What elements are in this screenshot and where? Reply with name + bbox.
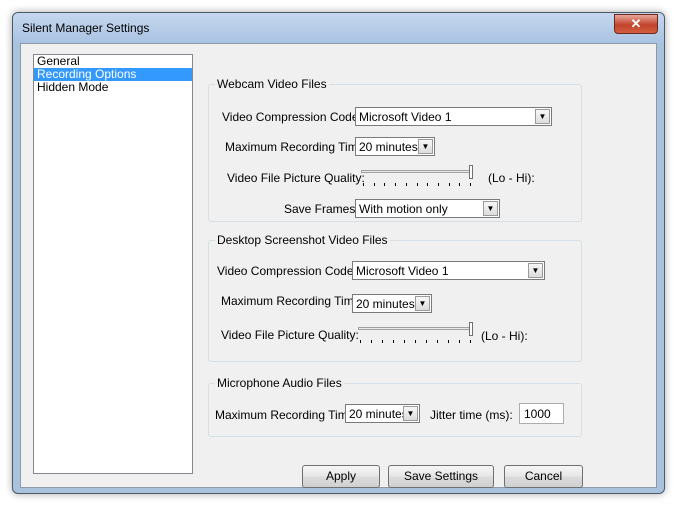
slider-tick: [363, 183, 364, 186]
webcam-group: Webcam Video Files Video Compression Cod…: [208, 77, 582, 222]
slider-tick: [382, 340, 383, 343]
slider-tick: [470, 183, 471, 186]
slider-tick: [404, 340, 405, 343]
list-item-hidden-mode[interactable]: Hidden Mode: [34, 81, 192, 94]
webcam-group-title: Webcam Video Files: [215, 77, 329, 91]
close-button[interactable]: ✕: [614, 14, 658, 34]
audio-max-time-select[interactable]: 20 minutes ▼: [345, 404, 420, 423]
slider-tick: [395, 183, 396, 186]
desktop-max-time-select[interactable]: 20 minutes ▼: [352, 294, 432, 313]
slider-tick: [393, 340, 394, 343]
slider-track: [358, 327, 473, 330]
chevron-down-icon[interactable]: ▼: [415, 296, 430, 311]
slider-tick: [417, 183, 418, 186]
slider-tick: [448, 340, 449, 343]
slider-track: [361, 170, 473, 173]
desktop-quality-slider[interactable]: [358, 322, 473, 344]
save-settings-button[interactable]: Save Settings: [388, 465, 494, 488]
webcam-quality-label: Video File Picture Quality:: [227, 171, 365, 185]
webcam-max-time-select[interactable]: 20 minutes ▼: [355, 137, 435, 156]
slider-tick: [438, 183, 439, 186]
chevron-down-icon[interactable]: ▼: [528, 263, 543, 278]
desktop-codec-select[interactable]: Microsoft Video 1 ▼: [352, 261, 545, 280]
slider-tick: [406, 183, 407, 186]
client-area: General Recording Options Hidden Mode We…: [20, 43, 657, 488]
audio-group-title: Microphone Audio Files: [215, 376, 344, 390]
webcam-codec-label: Video Compression Codec:: [222, 110, 368, 124]
slider-tick: [437, 340, 438, 343]
desktop-codec-label: Video Compression Codec:: [217, 264, 363, 278]
close-icon: ✕: [630, 16, 642, 31]
slider-thumb[interactable]: [469, 165, 473, 179]
chevron-down-icon[interactable]: ▼: [418, 139, 433, 154]
slider-tick: [384, 183, 385, 186]
webcam-quality-range: (Lo - Hi):: [488, 171, 535, 185]
slider-tick: [449, 183, 450, 186]
slider-tick: [374, 183, 375, 186]
desktop-quality-range: (Lo - Hi):: [481, 329, 528, 343]
slider-tick: [459, 183, 460, 186]
title-bar[interactable]: Silent Manager Settings ✕: [13, 13, 664, 43]
apply-button[interactable]: Apply: [302, 465, 380, 488]
audio-max-time-label: Maximum Recording Time:: [215, 408, 358, 422]
slider-tick: [470, 340, 471, 343]
chevron-down-icon[interactable]: ▼: [403, 406, 418, 421]
desktop-max-time-label: Maximum Recording Time:: [221, 294, 364, 308]
webcam-codec-value: Microsoft Video 1: [359, 110, 452, 124]
category-list[interactable]: General Recording Options Hidden Mode: [33, 54, 193, 474]
audio-group: Microphone Audio Files Maximum Recording…: [208, 376, 582, 437]
webcam-save-frames-select[interactable]: With motion only ▼: [355, 199, 500, 218]
webcam-quality-slider[interactable]: [361, 165, 473, 187]
audio-jitter-label: Jitter time (ms):: [430, 408, 513, 422]
desktop-group: Desktop Screenshot Video Files Video Com…: [208, 233, 582, 362]
window-title: Silent Manager Settings: [22, 21, 150, 35]
desktop-group-title: Desktop Screenshot Video Files: [215, 233, 390, 247]
webcam-save-frames-label: Save Frames:: [284, 202, 359, 216]
settings-window: Silent Manager Settings ✕ General Record…: [12, 12, 665, 494]
jitter-time-value: 1000: [524, 407, 551, 421]
slider-tick: [371, 340, 372, 343]
slider-tick: [360, 340, 361, 343]
webcam-codec-select[interactable]: Microsoft Video 1 ▼: [355, 107, 552, 126]
desktop-codec-value: Microsoft Video 1: [356, 264, 449, 278]
webcam-save-frames-value: With motion only: [359, 202, 448, 216]
slider-tick: [426, 340, 427, 343]
cancel-button[interactable]: Cancel: [504, 465, 583, 488]
audio-max-time-value: 20 minutes: [349, 407, 408, 421]
slider-tick: [427, 183, 428, 186]
slider-tick: [459, 340, 460, 343]
desktop-max-time-value: 20 minutes: [356, 297, 415, 311]
chevron-down-icon[interactable]: ▼: [483, 201, 498, 216]
desktop-quality-label: Video File Picture Quality:: [221, 328, 359, 342]
webcam-max-time-label: Maximum Recording Time:: [225, 140, 368, 154]
jitter-time-input[interactable]: 1000: [519, 403, 564, 424]
webcam-max-time-value: 20 minutes: [359, 140, 418, 154]
chevron-down-icon[interactable]: ▼: [535, 109, 550, 124]
slider-thumb[interactable]: [469, 322, 473, 336]
slider-tick: [415, 340, 416, 343]
